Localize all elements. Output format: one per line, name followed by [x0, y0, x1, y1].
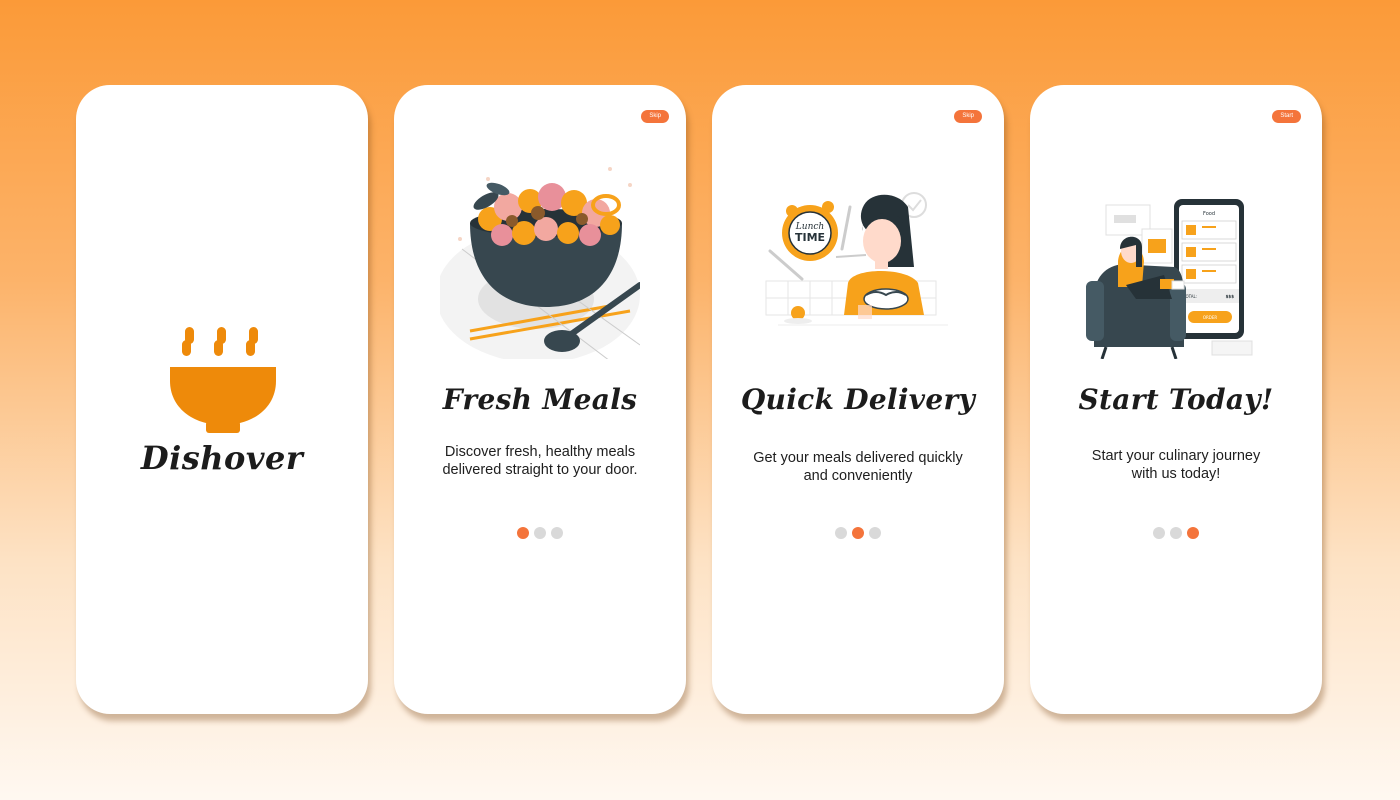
- page-dot[interactable]: [551, 527, 563, 539]
- skip-button[interactable]: Skip: [641, 110, 669, 123]
- salad-bowl-illustration: [440, 167, 640, 359]
- page-dot[interactable]: [835, 527, 847, 539]
- food-app-illustration: Food TOTAL: $$$ ORDER: [1086, 199, 1253, 359]
- page-dot[interactable]: [1153, 527, 1165, 539]
- page-indicator: [712, 527, 1004, 539]
- brand-name: Dishover: [140, 439, 304, 477]
- page-indicator: [1030, 527, 1322, 539]
- page-dot[interactable]: [1187, 527, 1199, 539]
- app-header-text: Food: [1203, 211, 1215, 217]
- time-sign-text: TIME: [795, 231, 825, 244]
- page-dot[interactable]: [517, 527, 529, 539]
- page-dot[interactable]: [1170, 527, 1182, 539]
- app-order-text: ORDER: [1203, 315, 1218, 320]
- screen-title: Start Today!: [1078, 383, 1274, 416]
- skip-button[interactable]: Skip: [954, 110, 982, 123]
- splash-screen: Dishover: [76, 85, 368, 714]
- page-dot[interactable]: [869, 527, 881, 539]
- screen-title: Fresh Meals: [442, 383, 638, 416]
- bowl-logo-icon: [170, 327, 276, 433]
- page-dot[interactable]: [534, 527, 546, 539]
- onboarding-start-today: Start Food TOTAL: $$$ ORDER Start Today!…: [1030, 85, 1322, 714]
- screen-description: Discover fresh, healthy meals delivered …: [442, 444, 638, 478]
- onboarding-fresh-meals: Skip Fresh Meals Discover fresh, healthy…: [394, 85, 686, 714]
- app-total-value: $$$: [1226, 294, 1235, 299]
- screen-description: Get your meals delivered quickly and con…: [753, 450, 963, 484]
- screen-title: Quick Delivery: [740, 383, 976, 416]
- lunch-time-illustration: Lunch TIME: [765, 192, 948, 326]
- page-indicator: [394, 527, 686, 539]
- onboarding-quick-delivery: Skip Lunch TIME Quick Delivery Get your …: [712, 85, 1004, 714]
- start-button[interactable]: Start: [1272, 110, 1301, 123]
- page-dot[interactable]: [852, 527, 864, 539]
- screen-description: Start your culinary journey with us toda…: [1091, 448, 1261, 482]
